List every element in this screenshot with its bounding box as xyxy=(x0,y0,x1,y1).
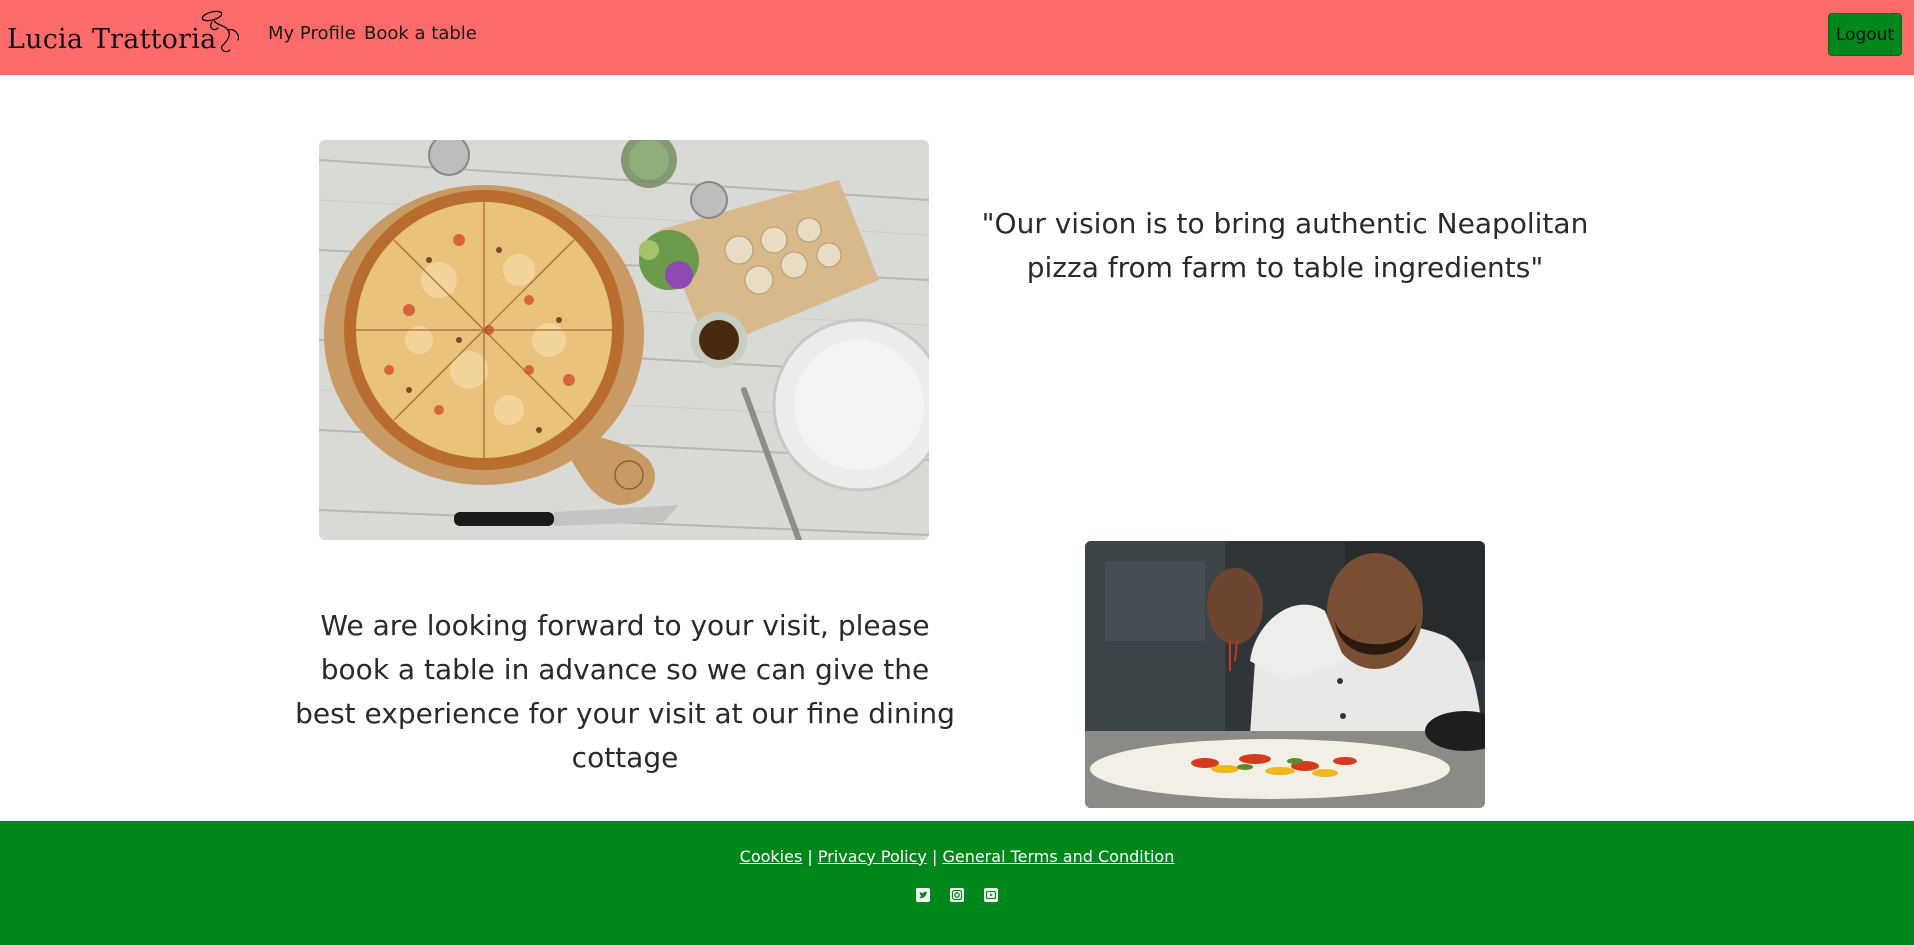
nav-link-book-a-table[interactable]: Book a table xyxy=(364,23,477,44)
footer-link-cookies[interactable]: Cookies xyxy=(740,847,803,866)
footer-link-general-terms[interactable]: General Terms and Condition xyxy=(942,847,1174,866)
twitter-icon[interactable] xyxy=(915,887,931,903)
visit-invitation-text: We are looking forward to your visit, pl… xyxy=(295,609,955,774)
footer-separator: | xyxy=(802,847,818,866)
vision-quote: "Our vision is to bring authentic Neapol… xyxy=(981,207,1589,284)
pizza-chef-logo-icon[interactable] xyxy=(198,8,244,56)
pizza-table-photo xyxy=(319,140,929,540)
footer-separator: | xyxy=(926,847,943,866)
nav-link-my-profile[interactable]: My Profile xyxy=(268,23,356,44)
footer-links: Cookies | Privacy Policy | General Terms… xyxy=(0,847,1914,866)
navbar: Lucia Trattoria My Profile Book a table … xyxy=(0,0,1914,75)
social-links xyxy=(0,887,1914,903)
footer: Cookies | Privacy Policy | General Terms… xyxy=(0,821,1914,945)
brand-title[interactable]: Lucia Trattoria xyxy=(7,24,216,55)
logout-button[interactable]: Logout xyxy=(1828,13,1902,56)
chef-seasoning-photo xyxy=(1085,541,1485,808)
instagram-icon[interactable] xyxy=(949,887,965,903)
youtube-icon[interactable] xyxy=(983,887,999,903)
footer-link-privacy-policy[interactable]: Privacy Policy xyxy=(818,847,927,866)
